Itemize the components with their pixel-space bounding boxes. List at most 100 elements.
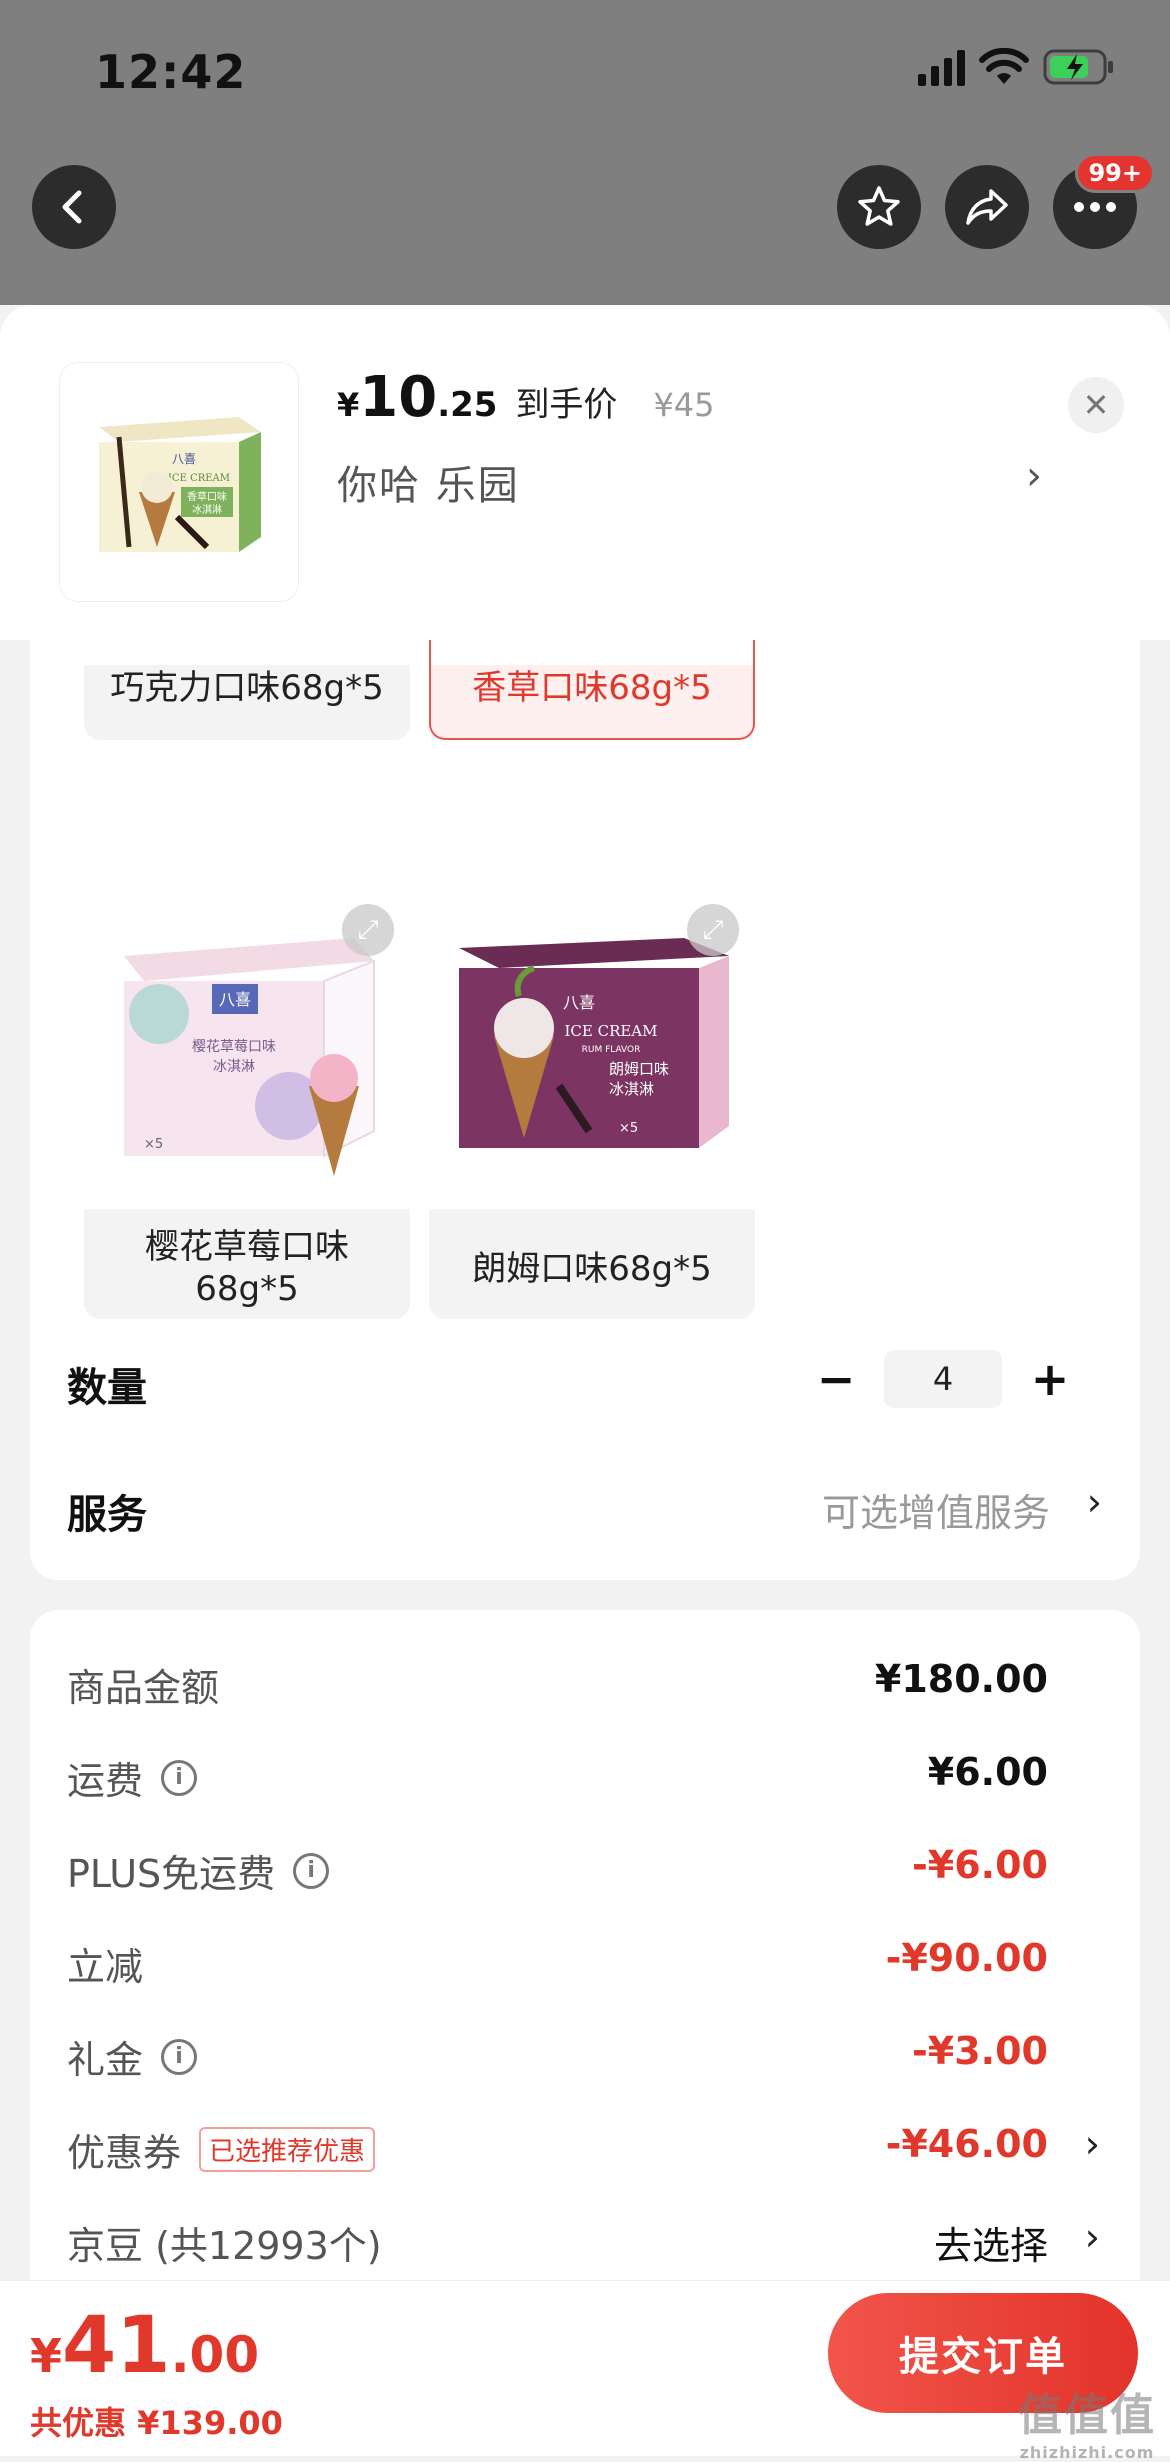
- price-decimal: .25: [437, 385, 498, 425]
- favorite-button[interactable]: [837, 165, 921, 249]
- price-row-label: 运费 i: [67, 1750, 198, 1805]
- ice-cream-en-text: ICE CREAM: [168, 473, 230, 484]
- nav-bar: 99+: [0, 150, 1170, 305]
- price-row-label: 立减: [67, 1936, 143, 1991]
- cellular-signal-icon: [918, 48, 965, 86]
- increase-button[interactable]: +: [1030, 1352, 1070, 1406]
- price-row-instant-discount: 立减 -¥90.00: [30, 1936, 1140, 1996]
- more-button[interactable]: 99+: [1053, 153, 1155, 249]
- price-row-value: ¥180.00: [874, 1657, 1048, 1701]
- share-button[interactable]: [945, 165, 1029, 249]
- price-row-coupon[interactable]: 优惠券 已选推荐优惠 -¥46.00 ›: [30, 2122, 1140, 2182]
- ice-cream-cn-text: 冰淇淋: [213, 1059, 255, 1075]
- variant-image: 八喜 ICE CREAM RUM FLAVOR 朗姆口味 冰淇淋 ×5 ⤢: [429, 886, 755, 1209]
- more-dots-icon: [1074, 202, 1116, 212]
- ice-cream-en-text: ICE CREAM: [564, 1022, 657, 1040]
- rum-sub-text: RUM FLAVOR: [582, 1045, 641, 1055]
- pack-text: ×5: [144, 1137, 163, 1152]
- price-row-label-text: 优惠券: [67, 2131, 182, 2175]
- price-row-label: 商品金额: [67, 1657, 219, 1712]
- wifi-icon: [979, 48, 1029, 84]
- share-arrow-icon: [966, 189, 1008, 225]
- price-row-shipping: 运费 i ¥6.00: [30, 1750, 1140, 1810]
- battery-charging-icon: [1043, 49, 1113, 85]
- info-icon[interactable]: i: [161, 2038, 198, 2075]
- price-row-gift-money: 礼金 i -¥3.00: [30, 2029, 1140, 2089]
- price-row-value: -¥46.00: [885, 2122, 1048, 2166]
- star-icon: [858, 186, 900, 226]
- price-row-label-text: 商品金额: [67, 1666, 220, 1710]
- bottom-action-bar: ¥ 41 .00 共优惠 ¥139.00 提交订单 值值值 zhizhizhi.…: [0, 2280, 1170, 2462]
- quantity-input[interactable]: 4: [884, 1350, 1002, 1408]
- close-icon: ✕: [1082, 386, 1110, 424]
- price-row-label-text: PLUS免运费: [67, 1852, 276, 1896]
- price-row-label-text: 运费: [67, 1759, 144, 1803]
- price-row-value: -¥90.00: [885, 1936, 1048, 1980]
- sheet-header: 八喜 ICE CREAM 香草口味 冰淇淋 ¥ 10 .25 到手价 ¥45 你…: [0, 305, 1170, 640]
- price-row-label-text: 立减: [67, 1945, 144, 1989]
- info-icon[interactable]: i: [161, 1759, 198, 1796]
- brand-text: 八喜: [219, 990, 251, 1009]
- variant-label: 朗姆口味68g*5: [472, 1249, 712, 1289]
- back-button[interactable]: [32, 165, 116, 249]
- variant-label-line2: 68g*5: [195, 1269, 299, 1309]
- price-row-label-text: 京豆 (共12993个): [67, 2224, 382, 2268]
- chevron-left-icon: [62, 190, 82, 224]
- variant-image: 八喜 樱花草莓口味 冰淇淋 ×5 ⤢: [84, 886, 410, 1209]
- price-row-goods-amount: 商品金额 ¥180.00: [30, 1657, 1140, 1717]
- chevron-right-icon: ›: [1084, 2122, 1100, 2166]
- watermark-url: zhizhizhi.com: [1019, 2443, 1155, 2462]
- quantity-label: 数量: [67, 1365, 147, 1411]
- service-label: 服务: [67, 1492, 147, 1538]
- price-row-label: 京豆 (共12993个): [67, 2215, 382, 2270]
- status-time: 12:42: [95, 45, 247, 99]
- variant-sakura-strawberry[interactable]: 八喜 樱花草莓口味 冰淇淋 ×5 ⤢ 樱花草莓口味 68g*5: [84, 886, 410, 1319]
- deal-price: ¥ 10 .25 到手价 ¥45: [337, 365, 715, 430]
- price-row-jd-beans[interactable]: 京豆 (共12993个) 去选择 ›: [30, 2215, 1140, 2275]
- total-integer: 41: [62, 2301, 171, 2391]
- price-integer: 10: [359, 365, 438, 430]
- ice-cream-cn-text: 冰淇淋: [192, 503, 222, 516]
- chevron-right-icon[interactable]: ›: [1026, 453, 1042, 499]
- price-row-label: 礼金 i: [67, 2029, 198, 2084]
- price-row-value: -¥6.00: [912, 1843, 1048, 1887]
- expand-icon: ⤢: [702, 914, 724, 945]
- recommended-coupon-tag: 已选推荐优惠: [199, 2127, 376, 2172]
- chevron-right-icon[interactable]: ›: [1087, 1480, 1102, 1524]
- total-decimal: .00: [170, 2326, 260, 2384]
- variant-label: 樱花草莓口味 68g*5: [84, 1226, 410, 1310]
- price-row-label: PLUS免运费 i: [67, 1843, 330, 1898]
- zoom-button[interactable]: ⤢: [687, 904, 739, 956]
- zoom-button[interactable]: ⤢: [342, 904, 394, 956]
- variant-rum[interactable]: 八喜 ICE CREAM RUM FLAVOR 朗姆口味 冰淇淋 ×5 ⤢ 朗姆…: [429, 886, 755, 1319]
- order-total: ¥ 41 .00: [30, 2301, 259, 2391]
- close-button[interactable]: ✕: [1068, 377, 1124, 433]
- product-thumbnail: 八喜 ICE CREAM 香草口味 冰淇淋: [60, 363, 298, 601]
- flavor-text: 樱花草莓口味: [192, 1038, 276, 1055]
- total-symbol: ¥: [30, 2329, 63, 2383]
- total-savings: 共优惠 ¥139.00: [30, 2404, 283, 2442]
- service-value[interactable]: 可选增值服务: [822, 1482, 1050, 1537]
- selected-spec-text[interactable]: 你哈 乐园: [337, 453, 520, 511]
- decrease-button[interactable]: −: [816, 1352, 856, 1406]
- chevron-right-icon: ›: [1084, 2215, 1100, 2259]
- quantity-stepper: − 4 +: [816, 1350, 1070, 1408]
- price-row-value: -¥3.00: [912, 2029, 1048, 2073]
- expand-icon: ⤢: [357, 914, 379, 945]
- ice-cream-cn-text: 冰淇淋: [609, 1080, 654, 1098]
- variant-label: 巧克力口味68g*5: [110, 668, 384, 708]
- brand-text: 八喜: [172, 452, 196, 466]
- flavor-text: 香草口味: [187, 491, 227, 503]
- price-row-value: ¥6.00: [927, 1750, 1048, 1794]
- price-symbol: ¥: [337, 386, 360, 424]
- product-thumbnail-image: 八喜 ICE CREAM 香草口味 冰淇淋: [99, 417, 261, 552]
- pack-text: ×5: [619, 1121, 638, 1136]
- original-price: ¥45: [653, 386, 715, 424]
- price-row-label-text: 礼金: [67, 2038, 144, 2082]
- message-count-badge: 99+: [1075, 153, 1155, 193]
- info-icon[interactable]: i: [293, 1852, 330, 1889]
- brand-text: 八喜: [563, 993, 595, 1012]
- spec-selection-sheet: 巧克力口味68g*5 香草口味 68g*5 八喜 樱花草莓口味 冰淇淋 ×5 ⤢ …: [0, 305, 1170, 2455]
- price-row-plus-free-shipping: PLUS免运费 i -¥6.00: [30, 1843, 1140, 1903]
- watermark-logo-text: 值值值: [1018, 2390, 1156, 2441]
